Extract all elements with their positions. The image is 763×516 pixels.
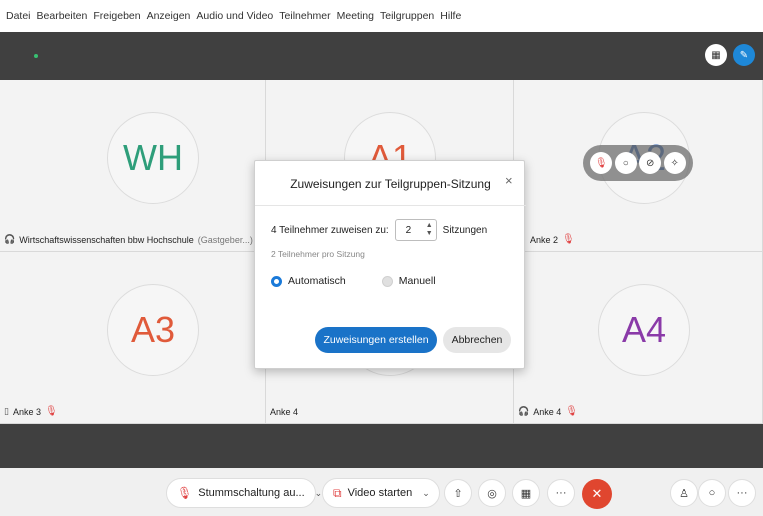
chevron-down-icon[interactable]: ▼ (426, 230, 433, 238)
top-strip: ▦ ✎ (0, 32, 763, 80)
menu-bar: Datei Bearbeiten Freigeben Anzeigen Audi… (0, 0, 763, 32)
menu-bearbeiten[interactable]: Bearbeiten (37, 10, 88, 22)
participant-label: 🎧 Wirtschaftswissenschaften bbw Hochschu… (4, 234, 265, 245)
cancel-button[interactable]: Abbrechen (443, 327, 511, 353)
bottom-dark-strip (0, 424, 763, 468)
more-icon: ··· (555, 487, 567, 499)
more-icon: ··· (736, 487, 748, 499)
record-button[interactable]: ◎ (478, 479, 506, 507)
participant-name: Anke 2 (530, 234, 559, 245)
participant-label: Anke 4 (270, 407, 298, 417)
chat-button[interactable]: ○ (698, 479, 726, 507)
chat-icon: ○ (622, 157, 629, 169)
chat-icon: ○ (708, 487, 716, 499)
layout-grid-button[interactable]: ▦ (705, 44, 727, 66)
share-button[interactable]: ⇧ (444, 479, 472, 507)
participant-name: Anke 3 (12, 406, 41, 417)
participant-label: Anke 2 🎙 (530, 234, 575, 245)
menu-audio-video[interactable]: Audio und Video (196, 10, 273, 22)
video-tile-wh[interactable]: WH 🎧 Wirtschaftswissenschaften bbw Hochs… (0, 80, 266, 252)
breakout-button[interactable]: ▦ (512, 479, 540, 507)
mic-off-icon: 🎙 (594, 157, 608, 169)
participants-icon: ♙ (679, 487, 689, 500)
chevron-down-icon[interactable]: ⌄ (422, 488, 430, 499)
session-count-stepper[interactable]: 2 ▲ ▼ (394, 219, 437, 241)
mic-off-icon: 🎙 (177, 486, 193, 500)
video-tile-a3[interactable]: A3 ▯ Anke 3 🎙 (0, 252, 266, 424)
divider (255, 205, 526, 206)
breakout-assignment-dialog: Zuweisungen zur Teilgruppen-Sitzung × 4 … (254, 160, 526, 369)
pin-icon: ✧ (670, 157, 679, 169)
pin-icon: ✎ (739, 49, 749, 61)
per-session-hint: 2 Teilnehmer pro Sitzung (271, 249, 365, 259)
radio-automatic[interactable] (271, 275, 282, 287)
radio-automatic-label[interactable]: Automatisch (288, 275, 346, 287)
headset-icon: 🎧 (518, 406, 530, 416)
participant-name: Anke 4 (270, 407, 299, 417)
video-label: Video starten (347, 487, 413, 499)
menu-teilnehmer[interactable]: Teilnehmer (279, 10, 330, 22)
chat-participant-button[interactable]: ○ (614, 152, 637, 174)
participant-role: (Gastgeber...) (197, 234, 253, 245)
share-icon: ⇧ (453, 487, 463, 500)
grid-icon: ▦ (711, 49, 721, 61)
menu-datei[interactable]: Datei (6, 10, 31, 22)
participant-label: 🎧 Anke 4 🎙 (518, 406, 578, 417)
menu-meeting[interactable]: Meeting (337, 10, 374, 22)
more-options-button[interactable]: ··· (547, 479, 575, 507)
start-video-button[interactable]: ⧉ Video starten ⌄ (322, 478, 440, 508)
avatar: WH (107, 112, 199, 204)
connection-status-dot (34, 54, 38, 58)
mute-label: Stummschaltung au... (198, 487, 305, 499)
more-panels-button[interactable]: ··· (728, 479, 756, 507)
mute-participant-button[interactable]: 🎙 (590, 152, 613, 174)
avatar: A4 (598, 284, 690, 376)
menu-hilfe[interactable]: Hilfe (440, 10, 461, 22)
pin-button[interactable]: ✎ (733, 44, 755, 66)
headset-icon: 🎧 (4, 234, 16, 244)
video-off-icon: ⧉ (333, 485, 342, 500)
pencil-icon: ⊘ (646, 157, 655, 169)
participant-label: ▯ Anke 3 🎙 (4, 406, 58, 417)
mute-button[interactable]: 🎙 Stummschaltung au... ⌄ (166, 478, 322, 508)
phone-icon: ▯ (4, 406, 9, 416)
close-icon[interactable]: × (505, 173, 513, 188)
more-participant-button[interactable]: ✧ (663, 152, 686, 174)
menu-freigeben[interactable]: Freigeben (93, 10, 140, 22)
record-icon: ◎ (487, 487, 497, 500)
leave-meeting-button[interactable]: ✕ (582, 479, 612, 509)
mic-off-icon: 🎙 (44, 406, 58, 417)
assign-row: 4 Teilnehmer zuweisen zu: 2 ▲ ▼ Sitzunge… (271, 219, 487, 241)
stepper-arrows[interactable]: ▲ ▼ (426, 222, 433, 238)
assign-label: 4 Teilnehmer zuweisen zu: (271, 224, 389, 236)
breakout-icon: ▦ (520, 487, 532, 500)
participants-button[interactable]: ♙ (670, 479, 698, 507)
sessions-label: Sitzungen (442, 224, 488, 236)
meeting-control-bar: 🎙 Stummschaltung au... ⌄ ⧉ Video starten… (0, 468, 763, 516)
chevron-up-icon[interactable]: ▲ (426, 222, 433, 230)
menu-anzeigen[interactable]: Anzeigen (147, 10, 191, 22)
radio-manual[interactable] (381, 275, 393, 287)
video-tile-a4[interactable]: A4 🎧 Anke 4 🎙 (514, 252, 763, 424)
stepper-value[interactable]: 2 (406, 225, 412, 236)
create-assignments-button[interactable]: Zuweisungen erstellen (315, 327, 437, 353)
annotate-button[interactable]: ⊘ (639, 152, 662, 174)
radio-manual-label[interactable]: Manuell (399, 275, 436, 287)
assignment-mode-group: Automatisch Manuell (271, 275, 436, 287)
tile-hover-toolbar: 🎙 ○ ⊘ ✧ (583, 145, 693, 181)
mic-off-icon: 🎙 (565, 406, 578, 417)
close-icon: ✕ (591, 486, 603, 501)
menu-teilgruppen[interactable]: Teilgruppen (380, 10, 434, 22)
participant-name: Anke 4 (533, 406, 562, 417)
dialog-title: Zuweisungen zur Teilgruppen-Sitzung (290, 177, 491, 191)
avatar: A3 (107, 284, 199, 376)
participant-name: Wirtschaftswissenschaften bbw Hochschule (19, 234, 194, 245)
mic-off-icon: 🎙 (562, 234, 575, 245)
